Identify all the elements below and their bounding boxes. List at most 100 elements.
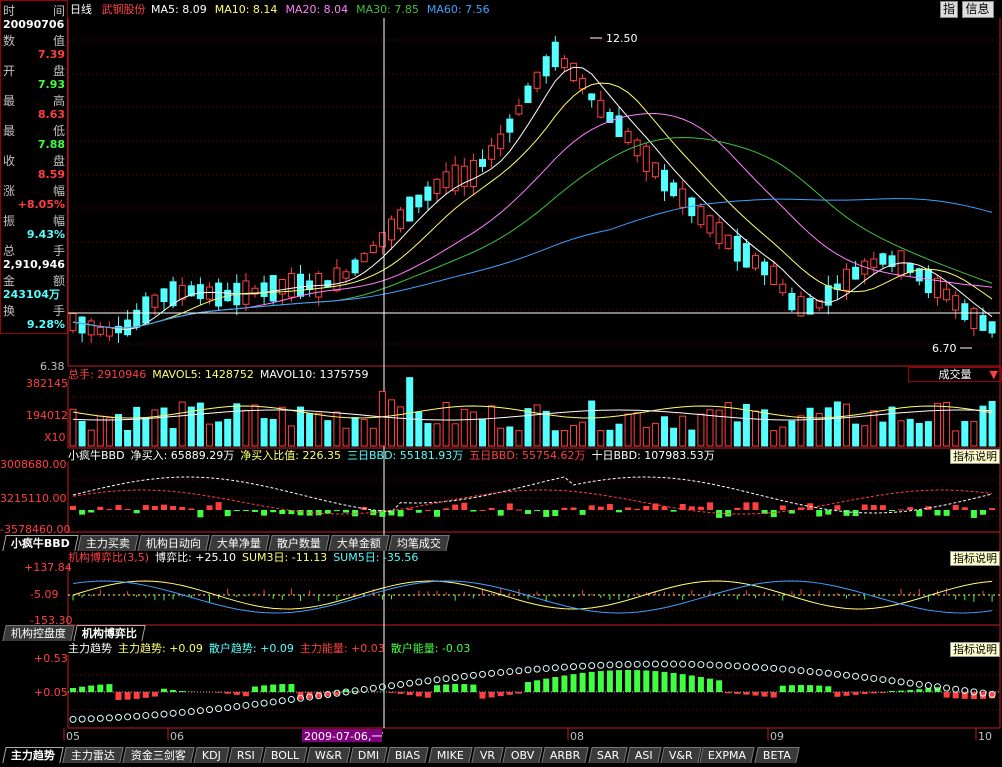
game-axis-label: +137.84 — [24, 561, 72, 574]
tab-V&R[interactable]: V&R — [660, 747, 702, 763]
trend-bar — [716, 680, 723, 692]
tab-BETA[interactable]: BETA — [753, 747, 800, 763]
candle-body — [297, 273, 304, 297]
trend-dot — [615, 661, 623, 669]
tab-资金三剑客[interactable]: 资金三剑客 — [122, 747, 195, 763]
candle-body — [369, 244, 377, 254]
legend-item: 散户能量: -0.03 — [390, 642, 471, 655]
candle-body — [306, 280, 314, 290]
bbd-bar — [70, 505, 76, 510]
tab-散户数量[interactable]: 散户数量 — [268, 535, 330, 551]
volume-bar — [187, 406, 195, 447]
legend-item: 博弈比: +25.10 — [155, 551, 236, 564]
tab-BOLL[interactable]: BOLL — [262, 747, 308, 763]
volume-bar — [415, 411, 423, 447]
tab-DMI[interactable]: DMI — [349, 747, 389, 763]
volume-bar — [233, 403, 241, 447]
tab-VR[interactable]: VR — [470, 747, 504, 763]
tab-小疯牛BBD[interactable]: 小疯牛BBD — [2, 535, 79, 551]
tab-MIKE[interactable]: MIKE — [428, 747, 473, 763]
trend-dot — [697, 661, 705, 669]
tab-主力雷达[interactable]: 主力雷达 — [62, 747, 124, 763]
tab-大单净量[interactable]: 大单净量 — [208, 535, 270, 551]
volume-bar — [269, 418, 277, 447]
tab-label: SAR — [596, 749, 619, 762]
bbd-bar — [397, 510, 404, 517]
trend-dot — [679, 660, 687, 668]
tab-大单金额[interactable]: 大单金额 — [328, 535, 390, 551]
trend-bar — [424, 692, 431, 698]
volume-bar — [451, 423, 459, 447]
tab-OBV[interactable]: OBV — [502, 747, 543, 763]
tab-机构控盘度[interactable]: 机构控盘度 — [2, 625, 75, 641]
trend-dot — [369, 684, 377, 692]
bbd-bar — [961, 507, 968, 510]
trend-dot — [233, 703, 241, 711]
bbd-explain-button[interactable]: 指标说明 — [950, 449, 1000, 464]
volume-bar — [87, 429, 95, 447]
bbd-bar — [252, 510, 258, 512]
tab-主力买卖[interactable]: 主力买卖 — [77, 535, 139, 551]
trend-dot — [551, 664, 559, 672]
bbd-bar — [688, 506, 695, 510]
candle-body — [206, 286, 213, 300]
volume-bar — [679, 415, 687, 447]
tab-主力趋势[interactable]: 主力趋势 — [2, 747, 64, 763]
bbd-bar — [916, 510, 923, 517]
bbd-bar — [697, 506, 704, 510]
game-explain-button[interactable]: 指标说明 — [950, 551, 1000, 566]
trend-dot — [151, 711, 159, 719]
tab-EXPMA[interactable]: EXPMA — [699, 747, 756, 763]
volume-bar — [897, 420, 905, 447]
tab-机构日动向[interactable]: 机构日动向 — [137, 535, 210, 551]
legend-item: 散户趋势: +0.09 — [208, 642, 294, 655]
tab-W&R[interactable]: W&R — [306, 747, 351, 763]
tab-ARBR[interactable]: ARBR — [541, 747, 590, 763]
tab-SAR[interactable]: SAR — [587, 747, 628, 763]
trend-bar — [452, 684, 459, 692]
indicator-dropdown[interactable]: 成交量 ▼ — [908, 367, 1002, 382]
candle-body — [533, 71, 541, 89]
candle-body — [697, 206, 705, 226]
trend-axis-label: +0.53 — [34, 652, 68, 665]
trend-bar — [443, 684, 450, 692]
bbd-bar — [898, 509, 905, 511]
candle-body — [260, 282, 268, 297]
trend-dot — [806, 667, 814, 675]
candle-body — [579, 77, 587, 90]
trend-bar — [943, 692, 950, 698]
candle-body — [542, 56, 550, 77]
volume-bar — [342, 427, 350, 447]
candle-body — [879, 253, 887, 265]
trend-dot — [160, 710, 168, 718]
volume-bar — [406, 377, 414, 447]
trend-dot — [588, 662, 596, 670]
tab-机构博弈比[interactable]: 机构博弈比 — [73, 625, 146, 641]
bbd-bar — [515, 509, 522, 511]
candle-body — [761, 261, 769, 276]
volume-bar — [397, 406, 405, 447]
tab-均笔成交[interactable]: 均笔成交 — [388, 535, 450, 551]
bbd-bar — [734, 507, 741, 510]
candle-body — [733, 235, 741, 262]
bbd-bar — [151, 505, 158, 510]
tab-BIAS[interactable]: BIAS — [386, 747, 430, 763]
trend-bar — [415, 692, 422, 697]
bbd-bar — [242, 510, 249, 511]
trend-explain-button[interactable]: 指标说明 — [950, 642, 1000, 657]
trend-bar — [406, 692, 413, 696]
candle-body — [742, 243, 750, 268]
tab-ASI[interactable]: ASI — [626, 747, 662, 763]
max-price-label: 12.50 — [606, 32, 638, 45]
trend-bar — [825, 686, 832, 692]
candle-body — [752, 255, 759, 269]
mavol-line — [72, 405, 993, 419]
bbd-bar — [588, 505, 595, 510]
tab-RSI[interactable]: RSI — [228, 747, 264, 763]
trend-bar — [179, 691, 186, 692]
candle-body — [433, 178, 441, 194]
tab-label: BIAS — [395, 749, 421, 762]
tab-KDJ[interactable]: KDJ — [193, 747, 230, 763]
candle-body — [970, 308, 978, 330]
trend-dot — [397, 680, 405, 688]
